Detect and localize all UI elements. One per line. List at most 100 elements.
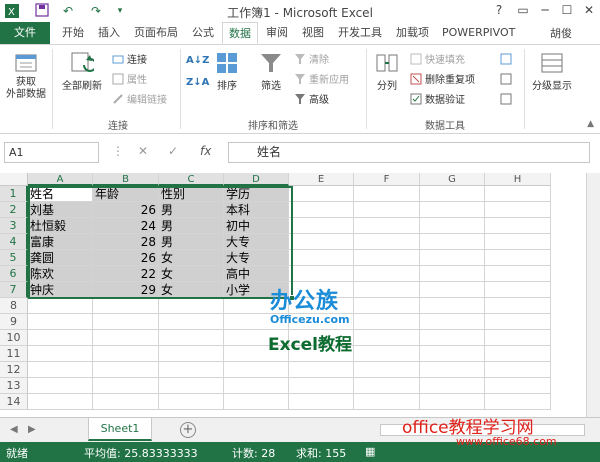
close-icon[interactable]: ✕ xyxy=(578,2,600,19)
cell-c10[interactable] xyxy=(159,330,224,346)
sort-button[interactable]: 排序 xyxy=(212,51,242,92)
cell-g1[interactable] xyxy=(420,186,485,202)
remove-duplicates-button[interactable]: 删除重复项 xyxy=(410,73,475,88)
clear-button[interactable]: 清除 xyxy=(294,53,329,68)
cell-f14[interactable] xyxy=(354,394,420,410)
row-header[interactable]: 6 xyxy=(0,266,28,282)
tab-formulas[interactable]: 公式 xyxy=(186,22,220,44)
prev-sheet-icon[interactable]: ◀ xyxy=(10,424,18,435)
select-all-corner[interactable] xyxy=(0,173,28,186)
cell-e2[interactable] xyxy=(289,202,354,218)
cell-a9[interactable] xyxy=(28,314,93,330)
cell-d13[interactable] xyxy=(224,378,289,394)
cell-a7[interactable]: 钟庆 xyxy=(28,282,93,298)
sort-descending-button[interactable]: Z↓A xyxy=(186,75,209,90)
what-if-button[interactable] xyxy=(500,73,515,88)
cell-c14[interactable] xyxy=(159,394,224,410)
tab-add-ins[interactable]: 加载项 xyxy=(390,22,435,44)
cell-b2[interactable]: 26 xyxy=(93,202,159,218)
cell-h1[interactable] xyxy=(485,186,551,202)
cell-e3[interactable] xyxy=(289,218,354,234)
column-header-e[interactable]: E xyxy=(289,173,354,186)
outline-button[interactable]: 分级显示 xyxy=(528,51,576,92)
maximize-icon[interactable]: ☐ xyxy=(556,2,578,19)
cell-d5[interactable]: 大专 xyxy=(224,250,289,266)
cell-g6[interactable] xyxy=(420,266,485,282)
cell-a2[interactable]: 刘基 xyxy=(28,202,93,218)
row-header[interactable]: 10 xyxy=(0,330,28,346)
cell-g8[interactable] xyxy=(420,298,485,314)
cell-c6[interactable]: 女 xyxy=(159,266,224,282)
collapse-ribbon-icon[interactable]: ▲ xyxy=(587,119,594,129)
cell-b4[interactable]: 28 xyxy=(93,234,159,250)
refresh-all-button[interactable]: 全部刷新 xyxy=(58,51,106,92)
cell-d3[interactable]: 初中 xyxy=(224,218,289,234)
help-icon[interactable]: ? xyxy=(488,2,510,19)
cell-b12[interactable] xyxy=(93,362,159,378)
cell-a1[interactable]: 姓名 xyxy=(28,186,93,202)
cell-b7[interactable]: 29 xyxy=(93,282,159,298)
cell-c1[interactable]: 性别 xyxy=(159,186,224,202)
column-header-c[interactable]: C xyxy=(159,173,224,186)
cell-c4[interactable]: 男 xyxy=(159,234,224,250)
formula-input[interactable]: 姓名 xyxy=(228,142,590,163)
text-to-columns-button[interactable]: 分列 xyxy=(370,51,404,92)
data-validation-button[interactable]: 数据验证 xyxy=(410,93,465,108)
cell-e1[interactable] xyxy=(289,186,354,202)
tab-file[interactable]: 文件 xyxy=(0,22,50,44)
cell-a5[interactable]: 龚圆 xyxy=(28,250,93,266)
cell-g14[interactable] xyxy=(420,394,485,410)
cell-h3[interactable] xyxy=(485,218,551,234)
cell-b10[interactable] xyxy=(93,330,159,346)
cell-h7[interactable] xyxy=(485,282,551,298)
row-header[interactable]: 1 xyxy=(0,186,28,202)
cell-f5[interactable] xyxy=(354,250,420,266)
cell-g12[interactable] xyxy=(420,362,485,378)
cell-b14[interactable] xyxy=(93,394,159,410)
add-sheet-icon[interactable]: + xyxy=(180,422,196,438)
cell-g10[interactable] xyxy=(420,330,485,346)
advanced-button[interactable]: 高级 xyxy=(294,93,329,108)
relationships-button[interactable] xyxy=(500,93,515,108)
cell-h10[interactable] xyxy=(485,330,551,346)
cell-h11[interactable] xyxy=(485,346,551,362)
cell-d14[interactable] xyxy=(224,394,289,410)
column-header-d[interactable]: D xyxy=(224,173,289,186)
consolidate-button[interactable] xyxy=(500,53,515,68)
column-header-f[interactable]: F xyxy=(354,173,420,186)
cell-a11[interactable] xyxy=(28,346,93,362)
filter-button[interactable]: 筛选 xyxy=(254,51,288,92)
cell-b6[interactable]: 22 xyxy=(93,266,159,282)
cell-a10[interactable] xyxy=(28,330,93,346)
row-header[interactable]: 2 xyxy=(0,202,28,218)
cell-f13[interactable] xyxy=(354,378,420,394)
cell-f4[interactable] xyxy=(354,234,420,250)
cell-f2[interactable] xyxy=(354,202,420,218)
cell-h13[interactable] xyxy=(485,378,551,394)
cell-b9[interactable] xyxy=(93,314,159,330)
cell-a4[interactable]: 富康 xyxy=(28,234,93,250)
cell-e12[interactable] xyxy=(289,362,354,378)
row-header[interactable]: 12 xyxy=(0,362,28,378)
tab-review[interactable]: 审阅 xyxy=(260,22,294,44)
cell-g11[interactable] xyxy=(420,346,485,362)
cell-c7[interactable]: 女 xyxy=(159,282,224,298)
tab-home[interactable]: 开始 xyxy=(56,22,90,44)
cell-a8[interactable] xyxy=(28,298,93,314)
ribbon-display-icon[interactable]: ▭ xyxy=(512,2,534,19)
column-header-b[interactable]: B xyxy=(93,173,159,186)
row-header[interactable]: 11 xyxy=(0,346,28,362)
cell-a13[interactable] xyxy=(28,378,93,394)
cell-g7[interactable] xyxy=(420,282,485,298)
cell-f6[interactable] xyxy=(354,266,420,282)
cell-c12[interactable] xyxy=(159,362,224,378)
cell-b5[interactable]: 26 xyxy=(93,250,159,266)
confirm-icon[interactable]: ✓ xyxy=(168,144,178,158)
cell-e6[interactable] xyxy=(289,266,354,282)
connections-button[interactable]: 连接 xyxy=(112,53,147,68)
edit-links-button[interactable]: 编辑链接 xyxy=(112,93,167,108)
cell-h5[interactable] xyxy=(485,250,551,266)
cancel-icon[interactable]: ✕ xyxy=(138,144,148,158)
cell-e5[interactable] xyxy=(289,250,354,266)
cell-a6[interactable]: 陈欢 xyxy=(28,266,93,282)
